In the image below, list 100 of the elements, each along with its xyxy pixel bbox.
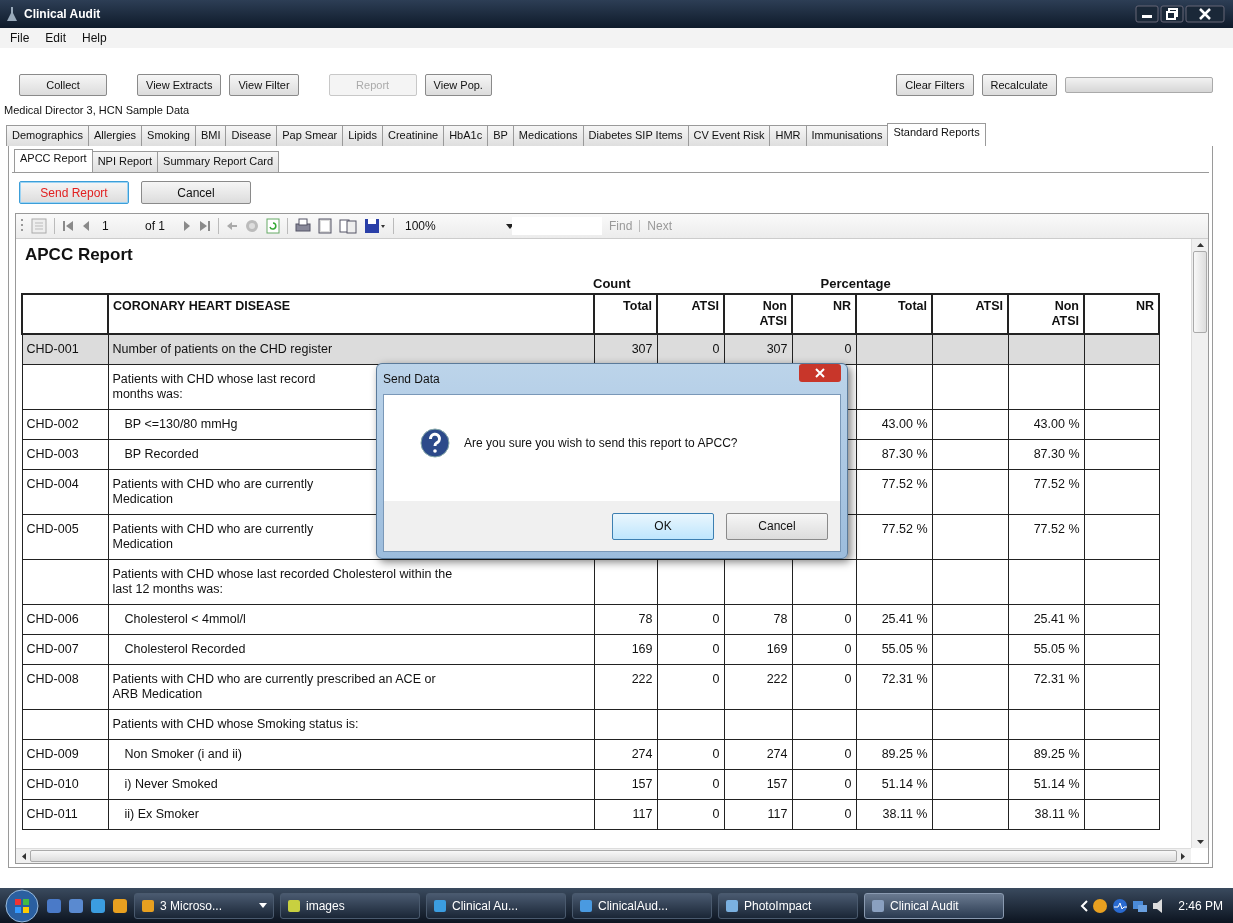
row-code: CHD-005 xyxy=(26,522,79,536)
desktop-icon[interactable] xyxy=(46,897,62,914)
page-count-label: of 1 xyxy=(145,219,166,233)
taskbar-button[interactable]: Clinical Audit xyxy=(864,892,1004,919)
row-code: CHD-009 xyxy=(26,747,79,761)
app-icon xyxy=(871,898,885,913)
tab[interactable]: Medications xyxy=(512,125,584,146)
tab[interactable]: HMR xyxy=(769,125,807,146)
scroll-left-icon xyxy=(22,852,26,860)
dialog-button[interactable]: OK xyxy=(612,512,714,540)
minimize-icon[interactable] xyxy=(1135,5,1159,23)
app-icon xyxy=(433,898,447,913)
taskbar-button[interactable]: ClinicalAud... xyxy=(572,892,712,919)
taskbar-button[interactable]: 3 Microso... xyxy=(134,892,274,919)
back-arrow-icon[interactable] xyxy=(226,220,238,232)
table-cell: 0 xyxy=(844,342,852,356)
question-icon xyxy=(420,428,450,458)
toolbar-button[interactable]: Collect xyxy=(19,74,107,96)
start-orb-icon[interactable] xyxy=(4,888,40,923)
browser-icon[interactable] xyxy=(90,897,106,914)
table-cell: 55.05 % xyxy=(1033,642,1080,656)
next-page-icon[interactable] xyxy=(182,220,192,232)
tab[interactable]: HbA1c xyxy=(443,125,489,146)
menu-item[interactable]: Edit xyxy=(45,31,67,45)
tab[interactable]: Demographics xyxy=(6,125,89,146)
row-description: Patients with CHD whose Smoking status is: xyxy=(112,717,359,731)
tab[interactable]: APCC Report xyxy=(14,149,93,172)
column-header: ATSI xyxy=(975,299,1003,314)
table-cell: 78 xyxy=(638,612,653,626)
window-switch-icon[interactable] xyxy=(68,897,84,914)
column-header: Total xyxy=(623,299,652,314)
column-group-label: Percentage xyxy=(820,275,891,291)
table-cell: 0 xyxy=(712,612,720,626)
close-icon[interactable] xyxy=(1185,5,1225,23)
scroll-right-icon xyxy=(1181,852,1185,860)
taskbar-button[interactable]: Clinical Au... xyxy=(426,892,566,919)
chevron-icon[interactable] xyxy=(1080,899,1089,912)
table-cell: 72.31 % xyxy=(1033,672,1080,686)
vertical-scrollbar[interactable] xyxy=(1191,239,1208,848)
tab[interactable]: BP xyxy=(487,125,514,146)
table-cell: 117 xyxy=(767,807,788,821)
page-setup-icon[interactable] xyxy=(339,218,357,234)
table-cell: 117 xyxy=(632,807,653,821)
table-cell: 0 xyxy=(844,747,852,761)
find-field[interactable] xyxy=(512,217,602,235)
row-code: CHD-001 xyxy=(26,342,79,356)
last-page-icon[interactable] xyxy=(199,220,211,232)
page-number-field[interactable]: 1 xyxy=(98,219,138,233)
caret-icon xyxy=(259,903,267,908)
tab[interactable]: CV Event Risk xyxy=(687,125,771,146)
table-cell: 89.25 % xyxy=(881,747,928,761)
row-code: CHD-007 xyxy=(26,642,79,656)
tab[interactable]: Disease xyxy=(225,125,278,146)
refresh-icon[interactable] xyxy=(266,218,280,234)
toolbar-button[interactable]: Clear Filters xyxy=(896,74,974,96)
tab[interactable]: Standard Reports xyxy=(887,123,986,146)
pulse-icon[interactable] xyxy=(1112,897,1129,914)
tab[interactable]: Lipids xyxy=(342,125,383,146)
table-cell: 222 xyxy=(766,672,788,686)
table-cell: 87.30 % xyxy=(881,447,928,461)
menu-item[interactable]: File xyxy=(10,31,30,45)
table-cell: 87.30 % xyxy=(1033,447,1080,461)
row-code: CHD-010 xyxy=(26,777,79,791)
row-code: CHD-006 xyxy=(26,612,79,626)
table-cell: 0 xyxy=(712,342,720,356)
table-cell: 157 xyxy=(766,777,788,791)
table-cell: 169 xyxy=(631,642,653,656)
tab[interactable]: Allergies xyxy=(87,125,143,146)
print-icon[interactable] xyxy=(295,218,311,234)
tab[interactable]: Immunisations xyxy=(805,125,889,146)
report-title: APCC Report xyxy=(24,244,134,266)
taskbar-button[interactable]: PhotoImpact xyxy=(718,892,858,919)
toolbar-button[interactable]: View Pop. xyxy=(424,74,492,96)
toolbar-button[interactable]: View Extracts xyxy=(137,74,222,96)
save-icon[interactable] xyxy=(364,218,386,234)
tab[interactable]: Pap Smear xyxy=(276,125,344,146)
scroll-thumb[interactable] xyxy=(1193,251,1207,333)
previous-page-icon[interactable] xyxy=(81,220,91,232)
menu-item[interactable]: Help xyxy=(82,31,107,45)
tab[interactable]: Summary Report Card xyxy=(157,151,280,172)
first-page-icon[interactable] xyxy=(62,220,74,232)
messenger-icon[interactable] xyxy=(1092,897,1109,914)
dialog-button[interactable]: Cancel xyxy=(726,512,828,540)
scroll-thumb[interactable] xyxy=(30,850,1177,862)
toolbar-button[interactable]: View Filter xyxy=(229,74,299,96)
tab[interactable]: NPI Report xyxy=(91,151,159,172)
restore-icon[interactable] xyxy=(1160,5,1184,23)
messenger-icon[interactable] xyxy=(112,897,128,914)
tab[interactable]: Creatinine xyxy=(382,125,445,146)
print-layout-icon[interactable] xyxy=(318,218,332,234)
row-description: Patients with CHD who are currently Medication xyxy=(112,477,314,506)
table-cell: 307 xyxy=(766,342,788,356)
horizontal-scrollbar[interactable] xyxy=(16,848,1191,863)
tab[interactable]: Diabetes SIP Items xyxy=(582,125,689,146)
tab[interactable]: BMI xyxy=(194,125,227,146)
action-button[interactable]: Send Report xyxy=(19,181,129,204)
taskbar-button[interactable]: images xyxy=(280,892,420,919)
toolbar-button[interactable]: Recalculate xyxy=(981,74,1057,96)
action-button[interactable]: Cancel xyxy=(141,181,251,204)
tab[interactable]: Smoking xyxy=(141,125,196,146)
